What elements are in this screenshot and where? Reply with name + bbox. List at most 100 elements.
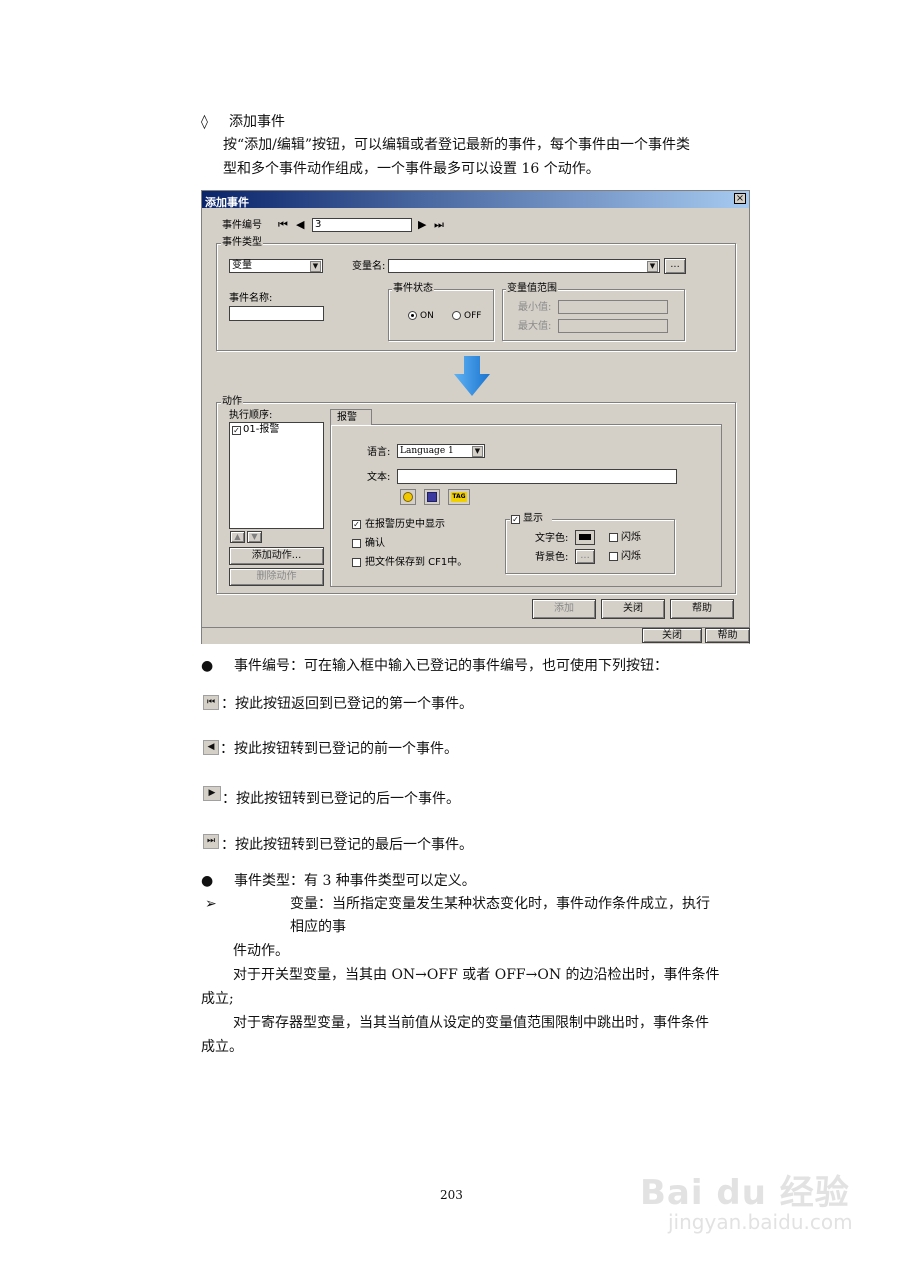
first-event-icon[interactable]: ⏮: [278, 219, 288, 231]
variable-range-group: [502, 289, 685, 341]
calendar-icon-button[interactable]: [424, 489, 440, 505]
event-number-input[interactable]: 3: [312, 218, 412, 232]
language-value: Language 1: [400, 446, 454, 456]
calendar-icon: [427, 492, 437, 502]
variable-name-label: 变量名:: [352, 261, 386, 272]
help-button[interactable]: 帮助: [670, 599, 734, 619]
watermark-logo: Bai du 经验: [640, 1173, 850, 1213]
show-in-history-checkbox[interactable]: ✓: [352, 520, 361, 529]
first-button-description: ：按此按钮返回到已登记的第一个事件。: [221, 696, 473, 712]
switch-variable-line1: 对于开关型变量，当其由 ON→OFF 或者 OFF→ON 的边沿检出时，事件条件: [233, 967, 720, 983]
bullet: ●: [201, 658, 214, 674]
chevron-down-icon: ▼: [310, 261, 321, 272]
first-event-icon: ⏮: [203, 695, 219, 710]
intro-paragraph-line1: 按“添加/编辑”按钮，可以编辑或者登记最新的事件，每个事件由一个事件类: [223, 137, 691, 153]
add-action-button[interactable]: 添加动作...: [229, 547, 324, 565]
text-blink-checkbox[interactable]: [609, 533, 618, 542]
clock-icon: [403, 492, 413, 502]
max-value-input[interactable]: [558, 319, 668, 333]
register-variable-line2: 成立。: [201, 1039, 243, 1055]
outer-help-button[interactable]: 帮助: [705, 628, 750, 643]
event-type-description: 事件类型：有 3 种事件类型可以定义。: [234, 873, 476, 889]
next-event-icon[interactable]: ▶: [418, 219, 426, 231]
save-to-cf-checkbox[interactable]: [352, 558, 361, 567]
tag-icon-button[interactable]: TAG: [448, 489, 470, 505]
variable-range-group-label: 变量值范围: [506, 283, 558, 295]
close-button[interactable]: 关闭: [601, 599, 665, 619]
tab-alarm[interactable]: 报警: [330, 409, 372, 425]
event-type-select[interactable]: 变量 ▼: [229, 259, 323, 273]
bg-blink-checkbox[interactable]: [609, 552, 618, 561]
max-value-label: 最大值:: [518, 321, 552, 332]
color-swatch-fill: [579, 534, 591, 540]
outer-close-button[interactable]: 关闭: [642, 628, 702, 643]
alarm-text-input[interactable]: [397, 469, 677, 484]
down-arrow-icon: [454, 356, 490, 396]
variable-line2: 相应的事: [290, 919, 346, 935]
event-name-input[interactable]: [229, 306, 324, 321]
event-number-description: 事件编号：可在输入框中输入已登记的事件编号，也可使用下列按钮：: [234, 658, 668, 674]
variable-name-select[interactable]: ▼: [388, 259, 660, 273]
close-icon[interactable]: ×: [734, 193, 746, 204]
move-up-button[interactable]: ▲: [230, 531, 245, 543]
action-item-checkbox[interactable]: ✓: [232, 426, 241, 435]
add-button[interactable]: 添加: [532, 599, 596, 619]
chevron-down-icon: ▼: [472, 446, 483, 457]
switch-variable-line2: 成立;: [201, 991, 234, 1007]
confirm-label: 确认: [365, 538, 385, 549]
text-color-label: 文字色:: [535, 533, 569, 544]
delete-action-button[interactable]: 删除动作: [229, 568, 324, 586]
register-variable-line1: 对于寄存器型变量，当其当前值从设定的变量值范围限制中跳出时，事件条件: [233, 1015, 709, 1031]
bg-color-swatch[interactable]: ...: [575, 549, 595, 564]
text-blink-label: 闪烁: [621, 532, 641, 543]
save-to-cf-label: 把文件保存到 CF1中。: [365, 557, 468, 568]
bullet: ●: [201, 873, 214, 889]
next-button-description: ：按此按钮转到已登记的后一个事件。: [222, 791, 460, 807]
arrow-bullet: ➢: [205, 896, 217, 912]
add-event-dialog: 添加事件 × 事件编号 ⏮ ◀ 3 ▶ ⏭ 事件类型 变量 ▼ 变量名: ▼ .…: [201, 190, 750, 644]
event-number-value: 3: [315, 219, 322, 230]
clock-icon-button[interactable]: [400, 489, 416, 505]
variable-line3: 件动作。: [233, 943, 289, 959]
event-state-group-label: 事件状态: [392, 283, 434, 295]
language-label: 语言:: [367, 447, 391, 458]
display-group: [505, 519, 675, 574]
page-number: 203: [440, 1188, 463, 1202]
section-heading: 添加事件: [229, 114, 285, 130]
last-button-description: ：按此按钮转到已登记的最后一个事件。: [221, 837, 473, 853]
bg-color-label: 背景色:: [535, 552, 569, 563]
tag-icon: TAG: [451, 492, 467, 502]
last-event-icon[interactable]: ⏭: [434, 219, 444, 231]
move-down-button[interactable]: ▼: [247, 531, 262, 543]
intro-paragraph-line2: 型和多个事件动作组成，一个事件最多可以设置 16 个动作。: [223, 161, 600, 177]
action-list[interactable]: ✓ 01-报警: [229, 422, 324, 529]
prev-event-icon[interactable]: ◀: [296, 219, 304, 231]
chevron-down-icon: ▼: [647, 261, 658, 272]
display-group-label: 显示: [523, 513, 543, 524]
min-value-label: 最小值:: [518, 302, 552, 313]
watermark-url: jingyan.baidu.com: [668, 1210, 853, 1234]
off-label: OFF: [464, 311, 482, 321]
browse-variable-button[interactable]: ...: [664, 258, 686, 274]
execution-order-label: 执行顺序:: [229, 410, 273, 421]
dialog-title: 添加事件: [205, 196, 249, 209]
language-select[interactable]: Language 1 ▼: [397, 444, 485, 458]
event-number-label: 事件编号: [222, 220, 262, 231]
next-event-icon: ▶: [203, 786, 221, 801]
tab-alarm-label: 报警: [337, 412, 357, 423]
text-label: 文本:: [367, 472, 391, 483]
on-radio[interactable]: [408, 311, 417, 320]
show-in-history-label: 在报警历史中显示: [365, 519, 445, 530]
off-radio[interactable]: [452, 311, 461, 320]
min-value-input[interactable]: [558, 300, 668, 314]
heading-bullet: ◊: [201, 114, 208, 130]
display-group-header: ✓ 显示: [510, 513, 552, 525]
confirm-checkbox[interactable]: [352, 539, 361, 548]
last-event-icon: ⏭: [203, 834, 219, 849]
action-group-label: 动作: [221, 396, 243, 408]
display-checkbox[interactable]: ✓: [511, 515, 520, 524]
on-label: ON: [420, 311, 434, 321]
text-color-swatch[interactable]: [575, 530, 595, 545]
bg-blink-label: 闪烁: [621, 551, 641, 562]
action-list-item[interactable]: 01-报警: [243, 424, 279, 436]
